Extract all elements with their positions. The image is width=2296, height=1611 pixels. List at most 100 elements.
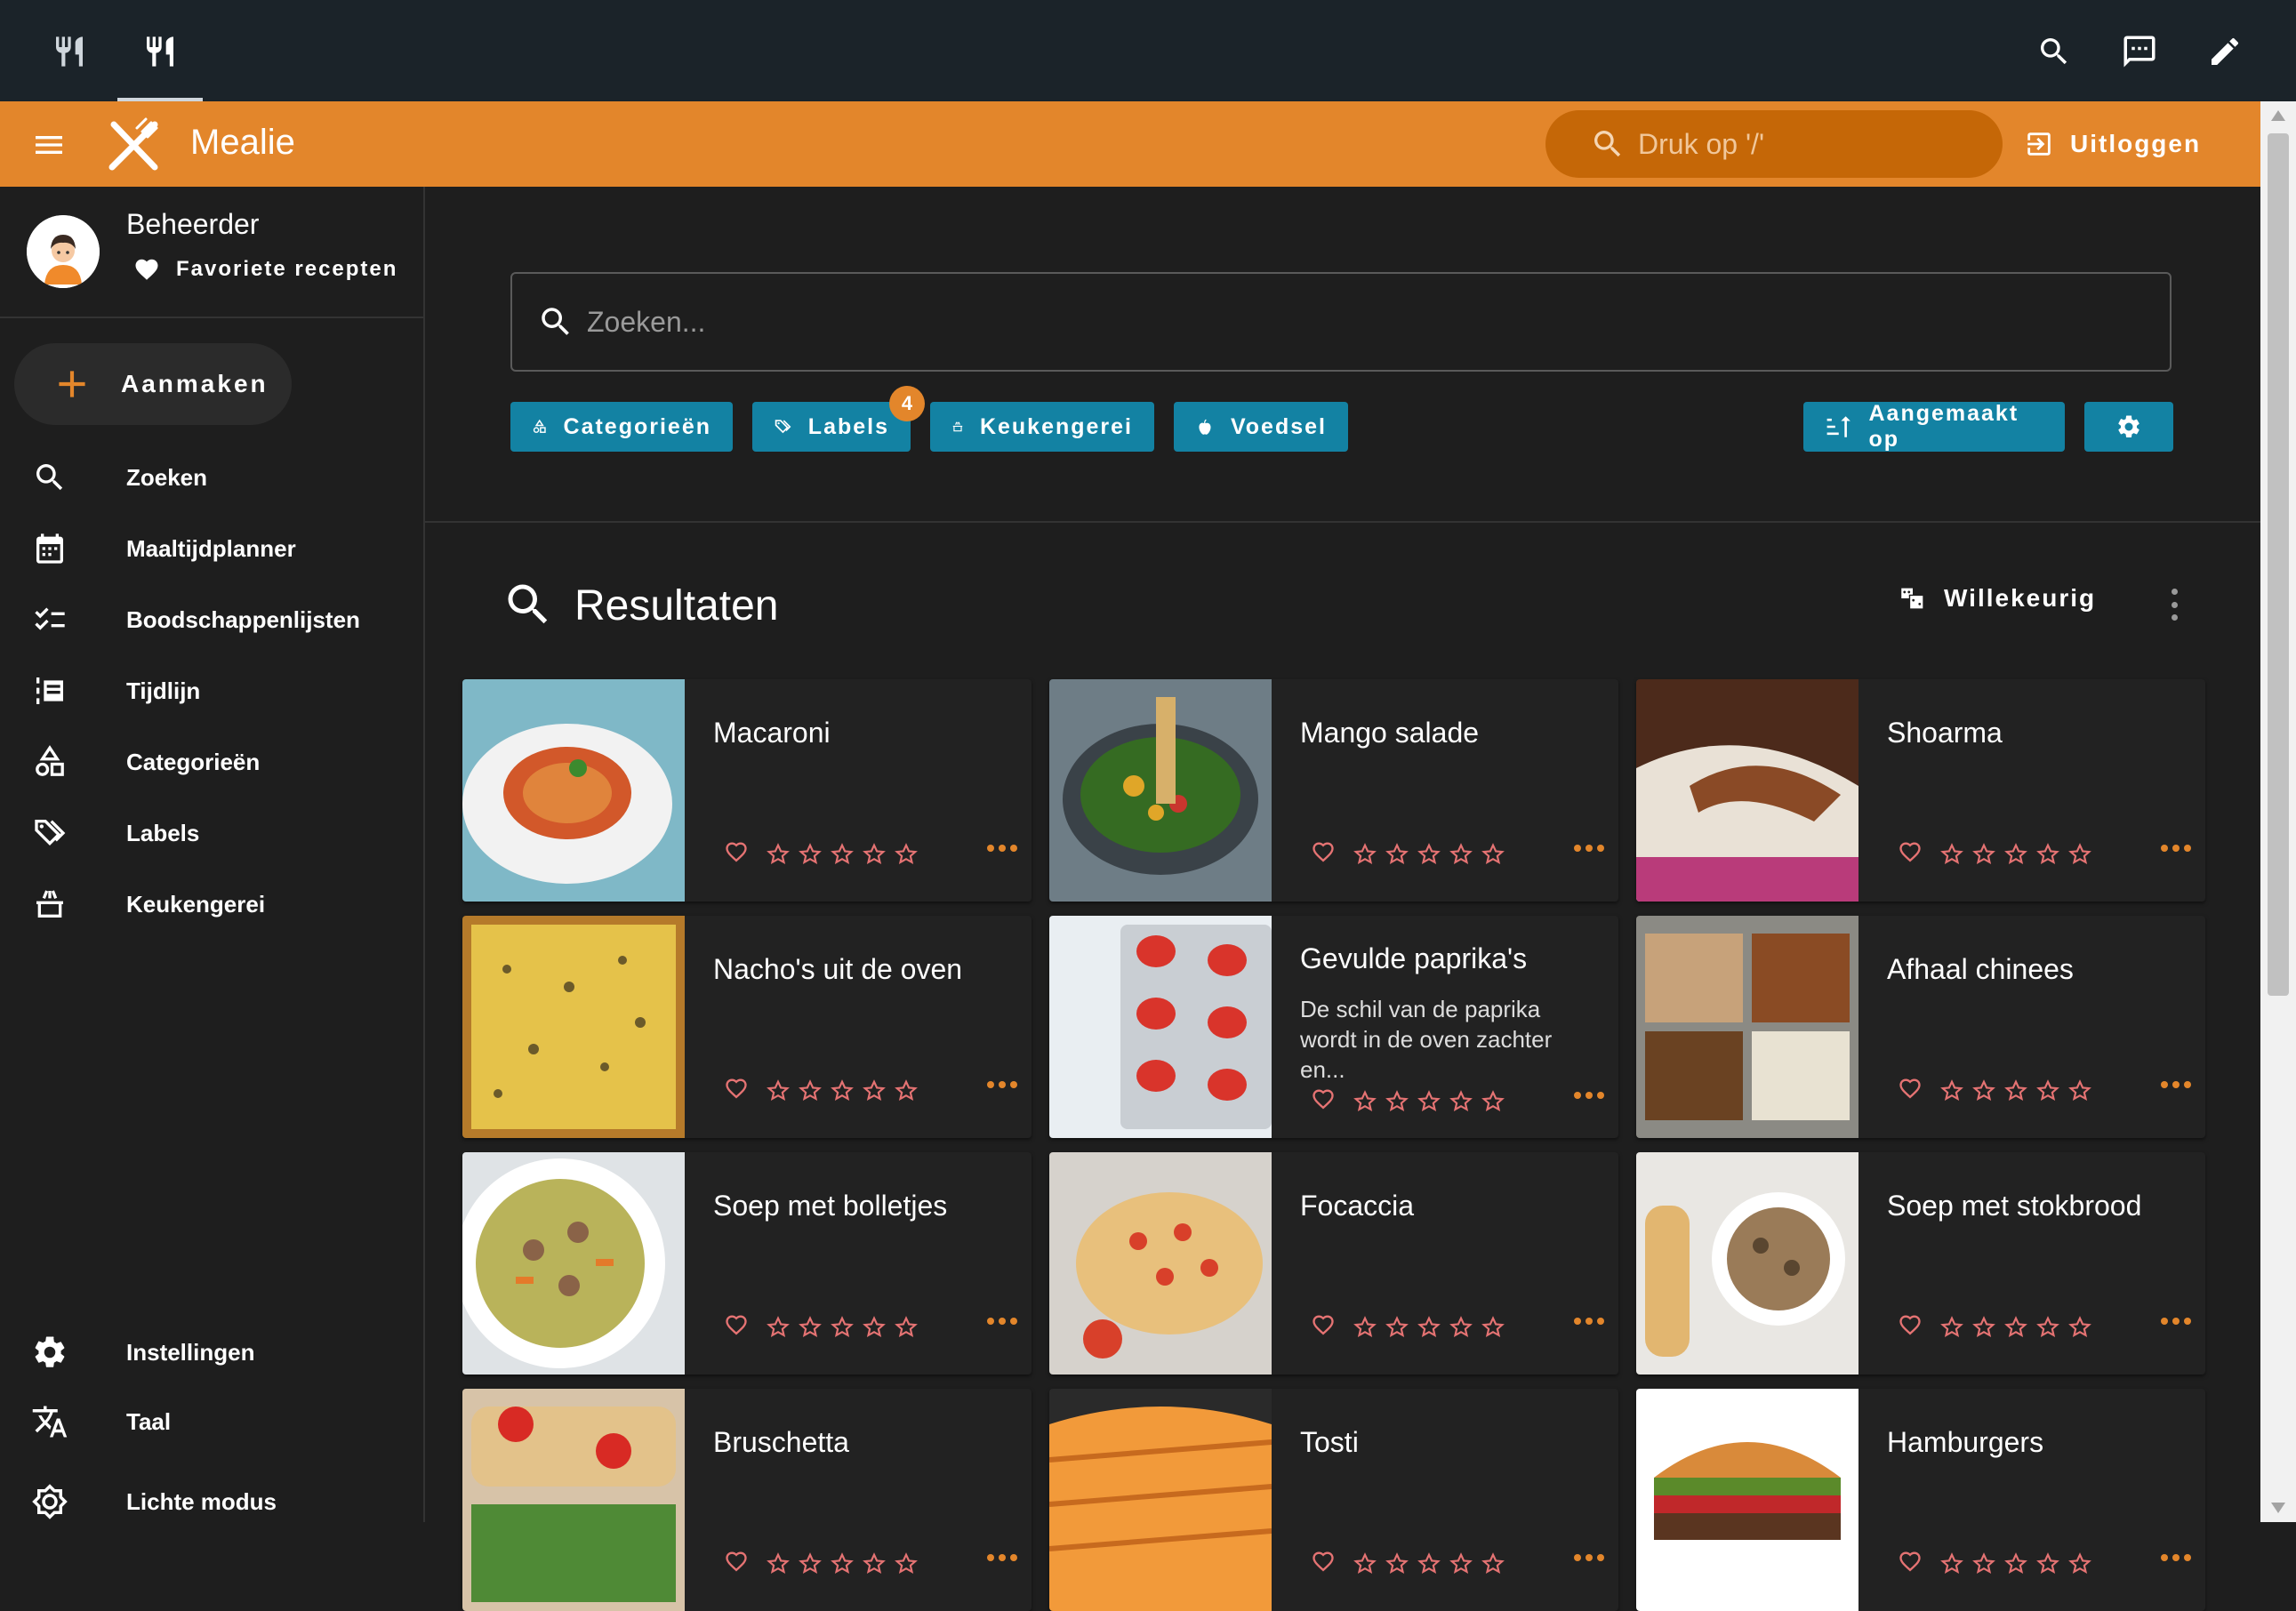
scrollbar-thumb[interactable] <box>2268 133 2289 996</box>
recipe-card[interactable]: Nacho's uit de oven <box>462 916 1032 1138</box>
recipe-image[interactable] <box>462 1389 685 1611</box>
mealie-logo-icon[interactable] <box>103 116 165 172</box>
heart-icon[interactable] <box>1898 839 1923 869</box>
recipe-menu-icon[interactable] <box>1574 1318 1604 1325</box>
recipe-card[interactable]: Soep met stokbrood <box>1636 1152 2205 1375</box>
recipe-menu-icon[interactable] <box>987 1318 1017 1325</box>
heart-icon[interactable] <box>1311 1312 1336 1342</box>
recipe-image[interactable] <box>462 916 685 1138</box>
sidebar-item-search[interactable]: Zoeken <box>0 446 423 509</box>
recipe-name[interactable]: Soep met stokbrood <box>1887 1190 2141 1222</box>
recipe-image[interactable] <box>1049 1389 1272 1611</box>
sidebar-item-categories[interactable]: Categorieën <box>0 731 423 793</box>
recipe-name[interactable]: Mango salade <box>1300 717 1479 749</box>
rating-stars[interactable] <box>1353 1089 1505 1113</box>
fork-knife-icon[interactable] <box>43 27 96 76</box>
rating-stars[interactable] <box>1353 1551 1505 1575</box>
recipe-card[interactable]: Mango salade <box>1049 679 1618 902</box>
sidebar-item-language[interactable]: Taal <box>0 1391 423 1453</box>
recipe-image[interactable] <box>1049 916 1272 1138</box>
recipe-card[interactable]: Bruschetta <box>462 1389 1032 1611</box>
heart-icon[interactable] <box>1311 1086 1336 1116</box>
pencil-icon[interactable] <box>2200 27 2250 76</box>
recipe-menu-icon[interactable] <box>987 845 1017 852</box>
recipe-card[interactable]: Gevulde paprika's De schil van de paprika… <box>1049 916 1618 1138</box>
heart-icon[interactable] <box>724 1312 749 1342</box>
sidebar-item-settings[interactable]: Instellingen <box>0 1321 423 1383</box>
recipe-name[interactable]: Afhaal chinees <box>1887 953 2074 986</box>
rating-stars[interactable] <box>767 1315 918 1339</box>
recipe-image[interactable] <box>462 679 685 902</box>
rating-stars[interactable] <box>1940 1078 2091 1102</box>
rating-stars[interactable] <box>1940 1551 2091 1575</box>
recipe-image[interactable] <box>1636 1152 1858 1375</box>
sort-button[interactable]: Aangemaakt op <box>1803 401 2065 452</box>
recipe-menu-icon[interactable] <box>2161 1318 2191 1325</box>
filter-tools-button[interactable]: Keukengerei <box>930 402 1154 452</box>
filter-labels-button[interactable]: Labels <box>752 402 911 452</box>
app-title[interactable]: Mealie <box>190 123 295 163</box>
sidebar-item-light-mode[interactable]: Lichte modus <box>0 1471 423 1533</box>
rating-stars[interactable] <box>1940 1315 2091 1339</box>
recipe-card[interactable]: Tosti <box>1049 1389 1618 1611</box>
scroll-up-arrow[interactable] <box>2271 110 2285 121</box>
filter-foods-button[interactable]: Voedsel <box>1174 402 1348 452</box>
recipe-name[interactable]: Shoarma <box>1887 717 2003 749</box>
recipe-menu-icon[interactable] <box>1574 1092 1604 1099</box>
sidebar-item-timeline[interactable]: Tijdlijn <box>0 660 423 722</box>
fork-knife-icon-active[interactable] <box>117 27 203 101</box>
recipe-card[interactable]: Macaroni <box>462 679 1032 902</box>
recipe-card[interactable]: Hamburgers <box>1636 1389 2205 1611</box>
rating-stars[interactable] <box>767 1078 918 1102</box>
heart-icon[interactable] <box>1898 1076 1923 1105</box>
more-options-icon[interactable] <box>2161 585 2188 624</box>
recipe-card[interactable]: Afhaal chinees <box>1636 916 2205 1138</box>
sidebar-item-labels[interactable]: Labels <box>0 802 423 864</box>
rating-stars[interactable] <box>1353 842 1505 866</box>
recipe-name[interactable]: Bruschetta <box>713 1426 849 1459</box>
user-name[interactable]: Beheerder <box>126 208 259 241</box>
recipe-image[interactable] <box>1636 679 1858 902</box>
search-settings-button[interactable] <box>2084 402 2173 452</box>
scroll-down-arrow[interactable] <box>2271 1503 2285 1513</box>
recipe-card[interactable]: Soep met bolletjes <box>462 1152 1032 1375</box>
logout-button[interactable]: Uitloggen <box>2024 119 2201 169</box>
recipe-menu-icon[interactable] <box>2161 845 2191 852</box>
heart-icon[interactable] <box>724 839 749 869</box>
recipe-name[interactable]: Tosti <box>1300 1426 1359 1459</box>
rating-stars[interactable] <box>767 842 918 866</box>
rating-stars[interactable] <box>767 1551 918 1575</box>
heart-icon[interactable] <box>724 1549 749 1578</box>
recipe-name[interactable]: Hamburgers <box>1887 1426 2043 1459</box>
recipe-name[interactable]: Soep met bolletjes <box>713 1190 947 1222</box>
recipe-name[interactable]: Focaccia <box>1300 1190 1414 1222</box>
recipe-menu-icon[interactable] <box>1574 1554 1604 1561</box>
random-button[interactable]: Willekeurig <box>1898 583 2096 613</box>
recipe-name[interactable]: Gevulde paprika's <box>1300 942 1527 975</box>
recipe-card[interactable]: Shoarma <box>1636 679 2205 902</box>
recipe-image[interactable] <box>1636 1389 1858 1611</box>
recipe-name[interactable]: Macaroni <box>713 717 831 749</box>
recipe-menu-icon[interactable] <box>2161 1081 2191 1088</box>
recipe-menu-icon[interactable] <box>987 1081 1017 1088</box>
recipe-image[interactable] <box>1049 1152 1272 1375</box>
rating-stars[interactable] <box>1353 1315 1505 1339</box>
avatar[interactable] <box>27 215 100 288</box>
heart-icon[interactable] <box>1898 1312 1923 1342</box>
filter-categories-button[interactable]: Categorieën <box>510 402 733 452</box>
heart-icon[interactable] <box>724 1076 749 1105</box>
recipe-name[interactable]: Nacho's uit de oven <box>713 953 962 986</box>
sidebar-item-shopping-lists[interactable]: Boodschappenlijsten <box>0 589 423 651</box>
recipe-image[interactable] <box>462 1152 685 1375</box>
recipe-menu-icon[interactable] <box>1574 845 1604 852</box>
recipe-image[interactable] <box>1636 916 1858 1138</box>
search-icon[interactable] <box>2029 27 2079 76</box>
favorites-link[interactable]: Favoriete recepten <box>133 256 397 283</box>
feedback-icon[interactable] <box>2115 27 2164 76</box>
page-scrollbar[interactable] <box>2260 101 2296 1522</box>
menu-icon[interactable] <box>27 123 71 167</box>
sidebar-item-meal-planner[interactable]: Maaltijdplanner <box>0 517 423 580</box>
recipe-menu-icon[interactable] <box>2161 1554 2191 1561</box>
recipe-image[interactable] <box>1049 679 1272 902</box>
create-button[interactable]: Aanmaken <box>14 343 292 425</box>
